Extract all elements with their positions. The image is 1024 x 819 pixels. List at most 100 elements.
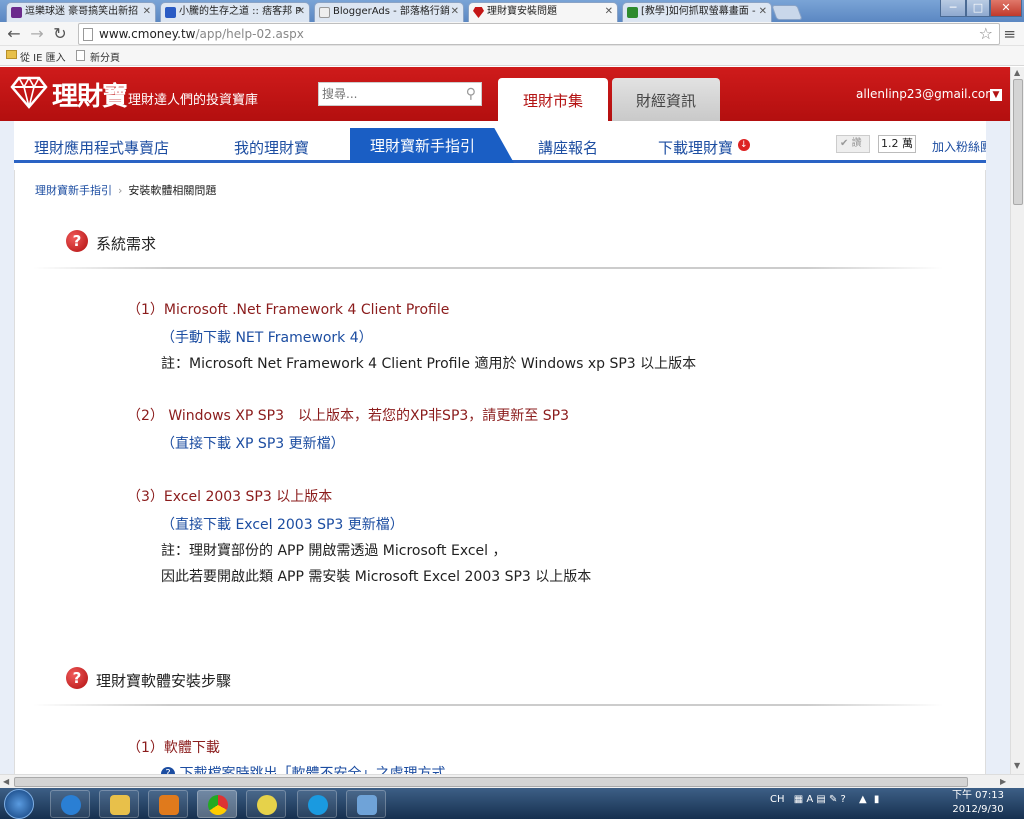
browser-tab[interactable]: 小騰的生存之道 :: 痞客邦 P ✕ <box>160 2 310 22</box>
download-excel-sp3-link[interactable]: （直接下載 Excel 2003 SP3 更新檔） <box>161 514 404 534</box>
join-fans-link[interactable]: 加入粉絲團 <box>932 138 992 155</box>
new-tab-button[interactable] <box>771 5 803 20</box>
maximize-button[interactable]: □ <box>966 0 990 17</box>
search-icon[interactable]: ⚲ <box>466 86 476 102</box>
main-content: 理財寶新手指引 › 安裝軟體相關問題 ? 系統需求 （1）Microsoft .Ne… <box>14 170 986 774</box>
question-mark-icon: ? <box>66 667 88 689</box>
subnav-download-label: 下載理財寶 <box>658 139 734 157</box>
browser-tab-strip: 逗樂球迷 豪哥搞笑出新招 ✕ 小騰的生存之道 :: 痞客邦 P ✕ Blogge… <box>0 0 1024 22</box>
taskbar-explorer-button[interactable] <box>99 790 139 818</box>
section-title-install-steps: 理財寶軟體安裝步驟 <box>96 672 232 690</box>
section-title-system-requirements: 系統需求 <box>96 235 157 253</box>
search-box: ⚲ <box>318 82 482 106</box>
scroll-up-icon[interactable]: ▲ <box>1014 68 1020 77</box>
user-email[interactable]: allenlinp23@gmail.com <box>856 87 997 101</box>
taskbar-media-player-button[interactable] <box>148 790 188 818</box>
sub-navigation: 理財應用程式專賣店 我的理財寶 理財寶新手指引 講座報名 下載理財寶 ↓ ✔ 讚… <box>0 121 1010 163</box>
scroll-right-icon[interactable]: ▶ <box>1000 777 1006 786</box>
download-arrow-icon: ↓ <box>737 139 750 151</box>
scroll-left-icon[interactable]: ◀ <box>3 777 9 786</box>
browser-tab-active[interactable]: 理財寶安裝問題 ✕ <box>468 2 618 22</box>
taskbar-control-panel-button[interactable] <box>346 790 386 818</box>
close-tab-icon[interactable]: ✕ <box>451 3 459 21</box>
breadcrumb: 理財寶新手指引 › 安裝軟體相關問題 <box>35 182 216 198</box>
clock-time: 下午 07:13 <box>952 790 1004 801</box>
thumbs-up-icon: ✔ <box>840 138 849 149</box>
taskbar-qq-button[interactable] <box>246 790 286 818</box>
tab-finance-news[interactable]: 財經資訊 <box>612 78 720 121</box>
system-tray: CH ▦ A ▤ ✎ ? ▲ ▮ <box>770 794 879 805</box>
close-window-button[interactable]: ✕ <box>990 0 1022 17</box>
folder-icon <box>6 50 17 59</box>
bookmark-item[interactable]: 新分頁 <box>76 49 120 64</box>
site-header: 理財寶 理財達人們的投資寶庫 ⚲ 理財市集 財經資訊 allenlinp23@g… <box>0 67 1010 121</box>
diamond-logo-icon[interactable] <box>10 75 48 109</box>
download-xp-sp3-link[interactable]: （直接下載 XP SP3 更新檔） <box>161 433 345 453</box>
close-tab-icon[interactable]: ✕ <box>759 3 767 21</box>
search-input[interactable] <box>319 83 455 105</box>
chevron-down-icon[interactable]: ▼ <box>990 89 1002 101</box>
breadcrumb-separator-icon: › <box>118 184 123 197</box>
control-panel-icon <box>357 795 377 815</box>
subnav-app-store[interactable]: 理財應用程式專賣店 <box>34 137 169 158</box>
back-button[interactable]: ← <box>5 24 23 44</box>
vertical-scrollbar[interactable]: ▲ ▼ <box>1010 67 1024 774</box>
sheet-favicon-icon <box>627 7 638 18</box>
subnav-my-account[interactable]: 我的理財寶 <box>234 137 309 158</box>
tab-market[interactable]: 理財市集 <box>498 78 608 121</box>
slogan: 理財達人們的投資寶庫 <box>128 93 259 108</box>
bookmark-star-icon[interactable]: ☆ <box>979 24 993 43</box>
address-bar[interactable]: www.cmoney.tw/app/help-02.aspx ☆ <box>78 23 1000 45</box>
ime-toolbar-icon[interactable]: ▦ A ▤ ✎ ? <box>794 794 846 805</box>
taskbar-chrome-button[interactable] <box>197 790 237 818</box>
bookmark-folder[interactable]: 從 IE 匯入 <box>6 49 66 64</box>
download-dotnet-link[interactable]: （手動下載 NET Framework 4） <box>161 327 373 347</box>
browser-tab[interactable]: 逗樂球迷 豪哥搞笑出新招 ✕ <box>6 2 156 22</box>
browser-toolbar: ← → ↻ www.cmoney.tw/app/help-02.aspx ☆ ≡ <box>0 22 1024 46</box>
network-icon[interactable]: ▮ <box>874 794 880 805</box>
forward-button[interactable]: → <box>28 24 46 44</box>
url-text[interactable]: www.cmoney.tw/app/help-02.aspx <box>99 27 304 41</box>
requirement-item-dotnet: （1）Microsoft .Net Framework 4 Client Pro… <box>127 302 450 318</box>
reload-button[interactable]: ↻ <box>51 24 69 44</box>
breadcrumb-guide-link[interactable]: 理財寶新手指引 <box>35 184 112 197</box>
scroll-down-icon[interactable]: ▼ <box>1014 761 1020 770</box>
tray-arrow-icon[interactable]: ▲ <box>859 794 867 805</box>
subnav-beginner-guide[interactable]: 理財寶新手指引 <box>350 128 514 163</box>
like-button[interactable]: ✔ 讚 <box>836 135 870 153</box>
close-tab-icon[interactable]: ✕ <box>605 3 613 21</box>
browser-tab[interactable]: [教學]如何抓取螢幕畫面 - ✕ <box>622 2 772 22</box>
like-label: 讚 <box>851 138 862 149</box>
vertical-scroll-thumb[interactable] <box>1013 79 1023 205</box>
browser-tab[interactable]: BloggerAds - 部落格行銷 ✕ <box>314 2 464 22</box>
url-path: /app/help-02.aspx <box>195 27 304 41</box>
close-tab-icon[interactable]: ✕ <box>143 3 151 21</box>
ime-indicator[interactable]: CH <box>770 794 785 805</box>
url-host: www.cmoney.tw <box>99 27 196 41</box>
page-frame-right <box>986 121 1010 774</box>
media-player-icon <box>159 795 179 815</box>
system-clock[interactable]: 下午 07:13 2012/9/30 <box>952 789 1004 817</box>
chrome-icon <box>208 795 228 815</box>
unsafe-software-help-link[interactable]: ? 下載檔案時跳出「軟體不安全」之處理方式 <box>161 762 445 774</box>
requirement-item-excel: （3）Excel 2003 SP3 以上版本 <box>127 489 333 505</box>
brand-name[interactable]: 理財寶 <box>52 76 128 113</box>
yahoo-favicon-icon <box>11 7 22 18</box>
menu-icon[interactable]: ≡ <box>1003 25 1016 43</box>
horizontal-scrollbar[interactable]: ◀ ▶ <box>0 774 1024 788</box>
subnav-seminar-signup[interactable]: 講座報名 <box>538 137 598 158</box>
horizontal-scroll-thumb[interactable] <box>14 777 968 787</box>
question-mark-icon: ? <box>66 230 88 252</box>
minimize-button[interactable]: ─ <box>940 0 966 17</box>
subnav-download[interactable]: 下載理財寶 ↓ <box>658 137 750 158</box>
note-dotnet: 註：Microsoft Net Framework 4 Client Profi… <box>161 356 697 372</box>
close-tab-icon[interactable]: ✕ <box>297 3 305 21</box>
page-icon <box>83 28 93 41</box>
taskbar-skype-button[interactable] <box>297 790 337 818</box>
taskbar-ie-button[interactable] <box>50 790 90 818</box>
start-button[interactable] <box>4 789 34 819</box>
unsafe-software-help-text: 下載檔案時跳出「軟體不安全」之處理方式 <box>179 766 446 774</box>
info-icon: ? <box>161 767 175 774</box>
cmoney-favicon-icon <box>473 7 484 18</box>
section-divider <box>33 267 943 269</box>
